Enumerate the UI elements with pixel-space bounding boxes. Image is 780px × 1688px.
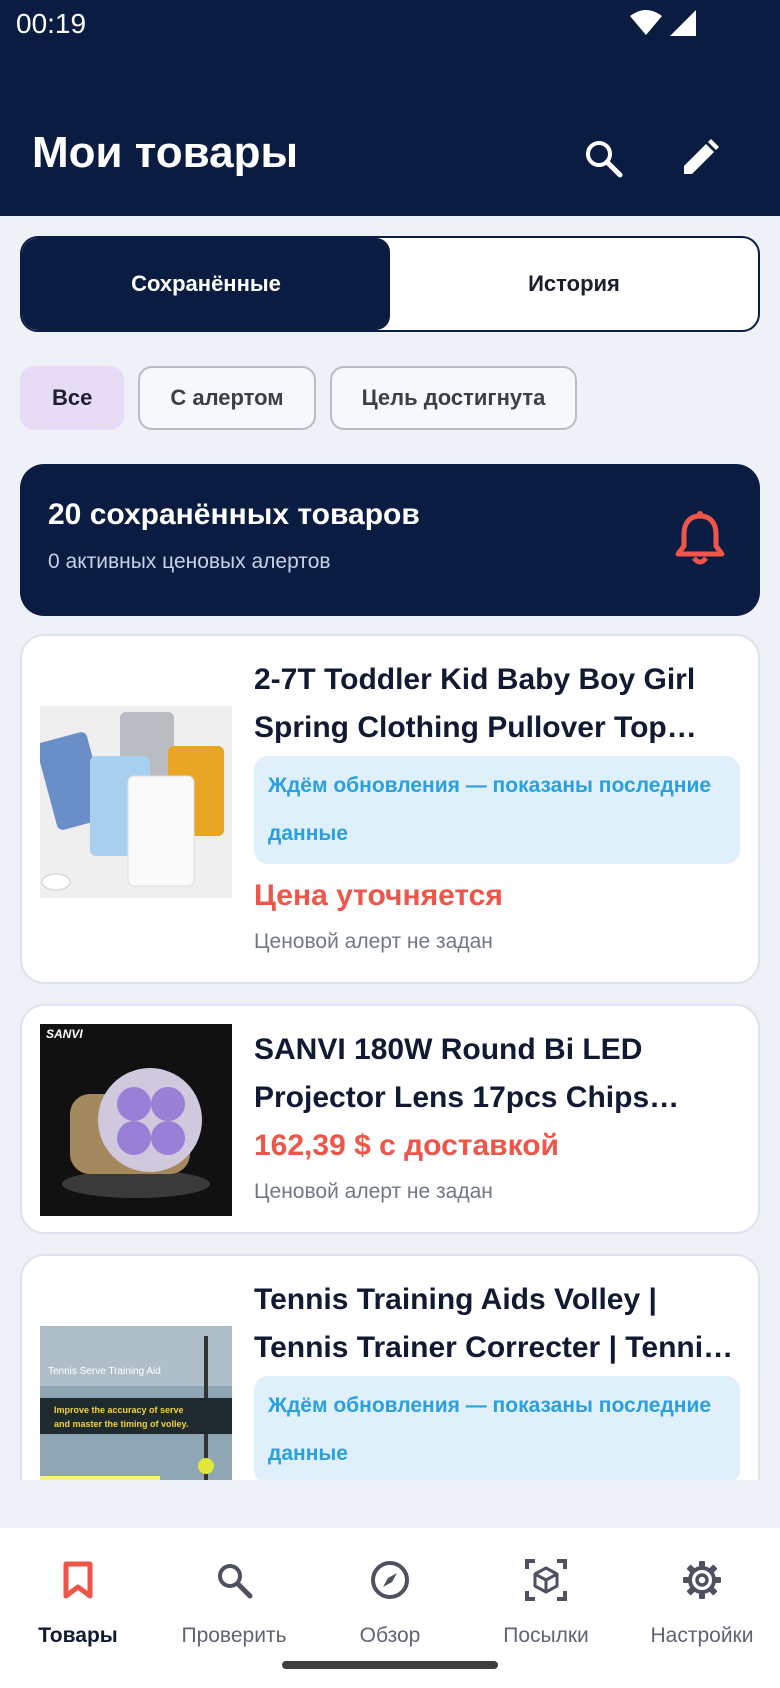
product-card[interactable]: 2-7T Toddler Kid Baby Boy Girl Spring Cl…	[20, 634, 760, 984]
search-icon	[218, 1564, 253, 1599]
edit-button[interactable]	[676, 134, 724, 182]
product-thumbnail: SANVI	[40, 1024, 232, 1216]
active-alerts-count: 0 активных ценовых алертов	[48, 550, 331, 573]
filter-chips: Все С алертом Цель достигнута	[20, 366, 578, 430]
compass-icon	[371, 1561, 409, 1599]
product-thumbnail: Tennis Serve Training Aid Improve the ac…	[40, 1326, 232, 1480]
update-notice: Ждём обновления — показаны последние дан…	[254, 756, 740, 864]
filter-chip-goal-reached[interactable]: Цель достигнута	[329, 366, 578, 430]
product-price: 162,39 $ с доставкой	[254, 1129, 559, 1162]
nav-products[interactable]: Товары	[0, 1528, 156, 1688]
nav-overview-label: Обзор	[359, 1624, 421, 1647]
price-alert-status: Ценовой алерт не задан	[254, 930, 493, 953]
update-notice: Ждём обновления — показаны последние дан…	[254, 1376, 740, 1480]
status-icons	[630, 10, 696, 36]
thumbnail-caption: Tennis Serve Training Aid	[48, 1366, 161, 1377]
filter-chip-with-alert[interactable]: С алертом	[138, 366, 316, 430]
nav-settings[interactable]: Настройки	[624, 1528, 780, 1688]
tab-switcher: Сохранённые История	[20, 236, 760, 332]
signal-icon	[670, 10, 696, 36]
product-title: SANVI 180W Round Bi LED Projector Lens 1…	[254, 1033, 650, 1114]
nav-products-label: Товары	[38, 1624, 118, 1647]
nav-check-label: Проверить	[181, 1624, 287, 1647]
page-title: Мои товары	[32, 128, 299, 177]
package-scan-icon	[525, 1559, 567, 1601]
svg-text:and master the timing of volle: and master the timing of volley.	[54, 1419, 188, 1429]
product-title: 2-7T Toddler Kid Baby Boy Girl Spring Cl…	[254, 663, 696, 744]
product-thumbnail	[40, 706, 232, 898]
pencil-icon	[684, 139, 719, 174]
filter-chip-all[interactable]: Все	[20, 366, 125, 430]
search-button[interactable]	[579, 134, 627, 182]
app-bar: Мои товары	[0, 52, 780, 216]
summary-card: 20 сохранённых товаров 0 активных ценовы…	[20, 464, 760, 616]
thumbnail-brand-text: SANVI	[46, 1027, 83, 1041]
tab-saved[interactable]: Сохранённые	[22, 238, 390, 330]
bookmark-icon	[63, 1561, 93, 1599]
svg-text:Improve the accuracy of serve: Improve the accuracy of serve	[54, 1405, 184, 1415]
saved-count: 20 сохранённых товаров	[48, 498, 420, 531]
product-card[interactable]: SANVI SANVI 180W Round Bi LED Projector …	[20, 1004, 760, 1234]
product-title: Tennis Training Aids Volley | Tennis Tra…	[254, 1283, 720, 1364]
status-bar: 00:19	[0, 0, 780, 52]
nav-settings-label: Настройки	[650, 1624, 754, 1647]
home-indicator[interactable]	[282, 1661, 498, 1669]
product-price: Цена уточняется	[254, 879, 503, 912]
product-list: 2-7T Toddler Kid Baby Boy Girl Spring Cl…	[20, 634, 760, 1480]
bell-icon	[675, 511, 725, 565]
wifi-icon	[630, 10, 662, 35]
search-icon	[586, 141, 623, 178]
tab-history[interactable]: История	[390, 238, 758, 330]
status-time: 00:19	[16, 8, 87, 39]
gear-icon	[683, 1561, 721, 1599]
nav-parcels-label: Посылки	[503, 1624, 589, 1647]
price-alert-status: Ценовой алерт не задан	[254, 1180, 493, 1203]
product-card[interactable]: Tennis Serve Training Aid Improve the ac…	[20, 1254, 760, 1480]
